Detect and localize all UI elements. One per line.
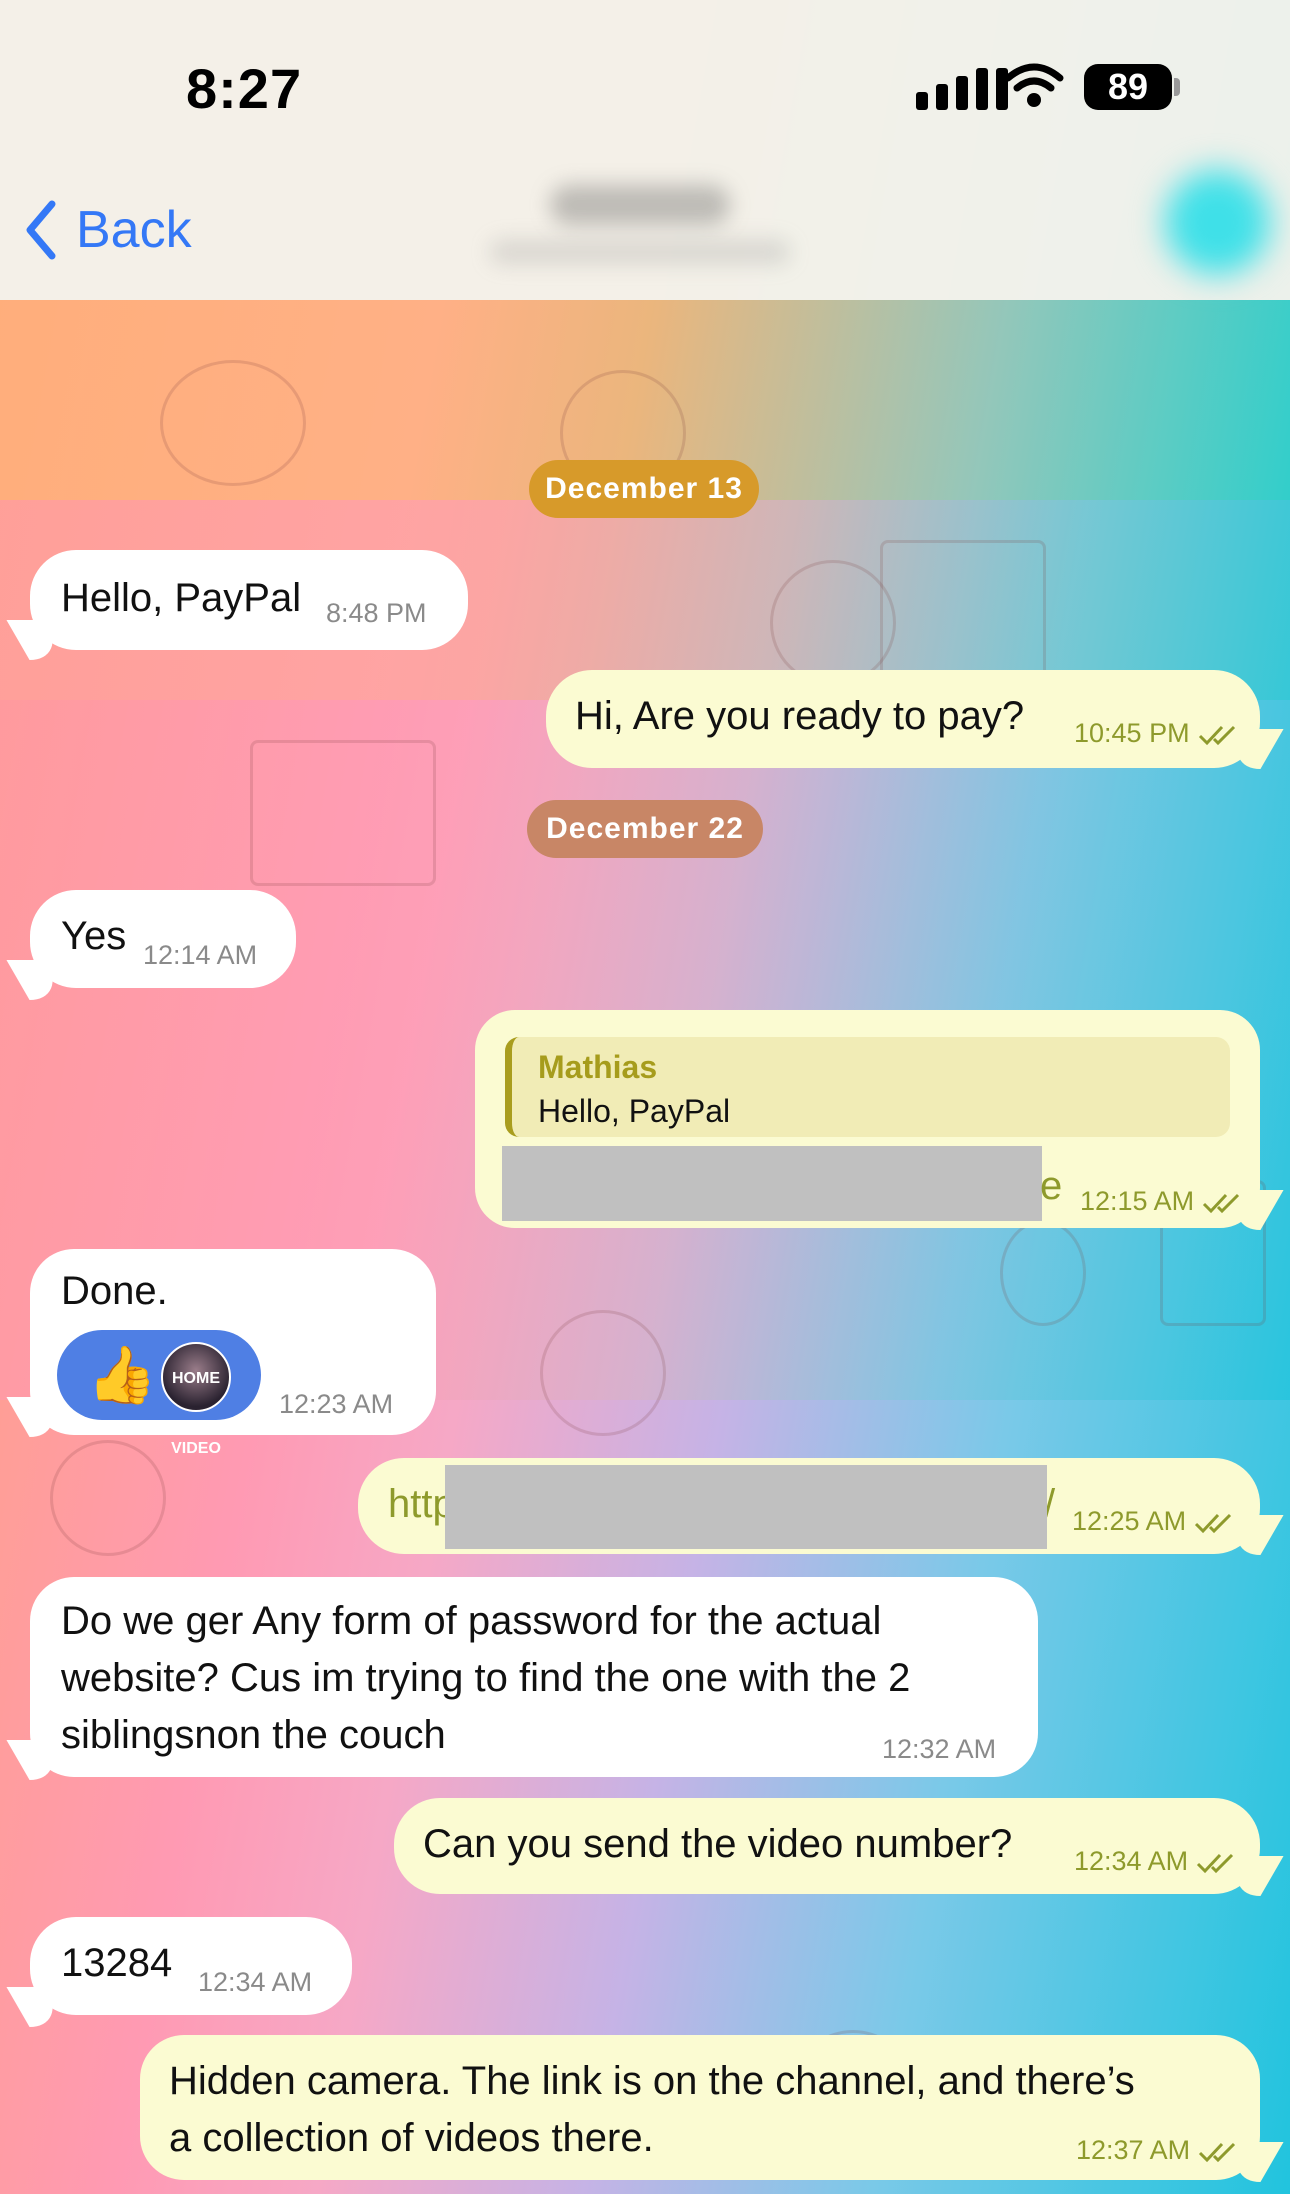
message-text: Done. [61, 1269, 168, 1313]
message-time: 12:34 AM [1074, 1846, 1189, 1876]
avatar[interactable] [1165, 170, 1270, 275]
doodle-gear [540, 1310, 666, 1436]
chat-subtitle-redacted [490, 240, 790, 264]
message-line: Hidden camera. The link is on the channe… [169, 2059, 1135, 2103]
status-bar: 8:27 89 [0, 0, 1290, 160]
back-label: Back [76, 201, 192, 259]
doodle-bomb [770, 560, 896, 686]
message-bubble-incoming[interactable]: Hello, PayPal 8:48 PM [30, 550, 468, 650]
double-check-icon [1195, 1513, 1232, 1534]
doodle-console [250, 740, 436, 886]
message-text: Can you send the video number? [423, 1822, 1013, 1866]
date-chip: December 13 [529, 460, 759, 518]
doodle-tv [160, 360, 306, 486]
message-line: Do we ger Any form of password for the a… [61, 1599, 882, 1643]
redacted-link[interactable] [445, 1465, 1047, 1549]
redacted-link[interactable] [502, 1146, 1042, 1221]
nav-bar [0, 160, 1290, 300]
message-time: 8:48 PM [326, 598, 427, 628]
chevron-left-icon [26, 200, 56, 260]
message-bubble-outgoing[interactable]: Can you send the video number? 12:34 AM [394, 1798, 1260, 1894]
message-text: 13284 [61, 1941, 173, 1985]
link-visible-suffix: e [1040, 1164, 1063, 1208]
message-line: a collection of videos there. [169, 2116, 654, 2160]
message-bubble-incoming[interactable]: Yes 12:14 AM [30, 890, 296, 988]
message-text: Hi, Are you ready to pay? [575, 694, 1025, 738]
message-time: 12:32 AM [882, 1734, 997, 1764]
status-time: 8:27 [186, 57, 303, 120]
message-time: 12:37 AM [1076, 2135, 1191, 2165]
message-time: 10:45 PM [1074, 718, 1190, 748]
reply-quote[interactable]: Mathias Hello, PayPal [505, 1037, 1230, 1137]
message-bubble-outgoing[interactable]: Hi, Are you ready to pay? 10:45 PM [546, 670, 1260, 768]
message-line: siblingsnon the couch [61, 1713, 446, 1757]
message-time: 12:25 AM [1072, 1506, 1187, 1536]
chat-title-redacted[interactable] [550, 185, 730, 225]
signal-icon [916, 66, 1012, 110]
doodle-target [50, 1440, 166, 1556]
message-time: 12:34 AM [198, 1967, 313, 1997]
message-time: 12:23 AM [279, 1389, 394, 1419]
message-line: website? Cus im trying to find the one w… [61, 1656, 911, 1700]
message-bubble-outgoing[interactable]: Hidden camera. The link is on the channe… [140, 2035, 1260, 2180]
message-bubble-incoming[interactable]: Do we ger Any form of password for the a… [30, 1577, 1038, 1777]
message-text: Hidden camera. The link is on the channe… [169, 2053, 1135, 2167]
battery-tip [1174, 78, 1180, 96]
double-check-icon [1198, 725, 1235, 746]
double-check-icon [1197, 1853, 1234, 1874]
message-text: Yes [61, 914, 127, 958]
doodle-egg [1000, 1220, 1086, 1326]
reactions-pill[interactable]: 👍 HOME VIDEO [57, 1330, 261, 1457]
reply-author: Mathias [538, 1049, 658, 1085]
reply-text: Hello, PayPal [538, 1093, 731, 1129]
message-time: 12:14 AM [143, 940, 258, 970]
double-check-icon [1199, 2142, 1236, 2163]
battery-icon: 89 [1084, 64, 1172, 110]
message-bubble-incoming[interactable]: 13284 12:34 AM [30, 1917, 352, 2015]
message-text: Hello, PayPal [61, 576, 302, 620]
thumbs-up-icon: 👍 [87, 1343, 157, 1406]
wifi-icon [1004, 63, 1064, 107]
back-button[interactable]: Back [22, 190, 192, 270]
reactor-avatar: HOME VIDEO [161, 1342, 231, 1457]
message-text: Do we ger Any form of password for the a… [61, 1593, 910, 1764]
message-time: 12:15 AM [1080, 1186, 1195, 1216]
date-chip: December 22 [527, 800, 763, 858]
double-check-icon [1203, 1193, 1240, 1214]
